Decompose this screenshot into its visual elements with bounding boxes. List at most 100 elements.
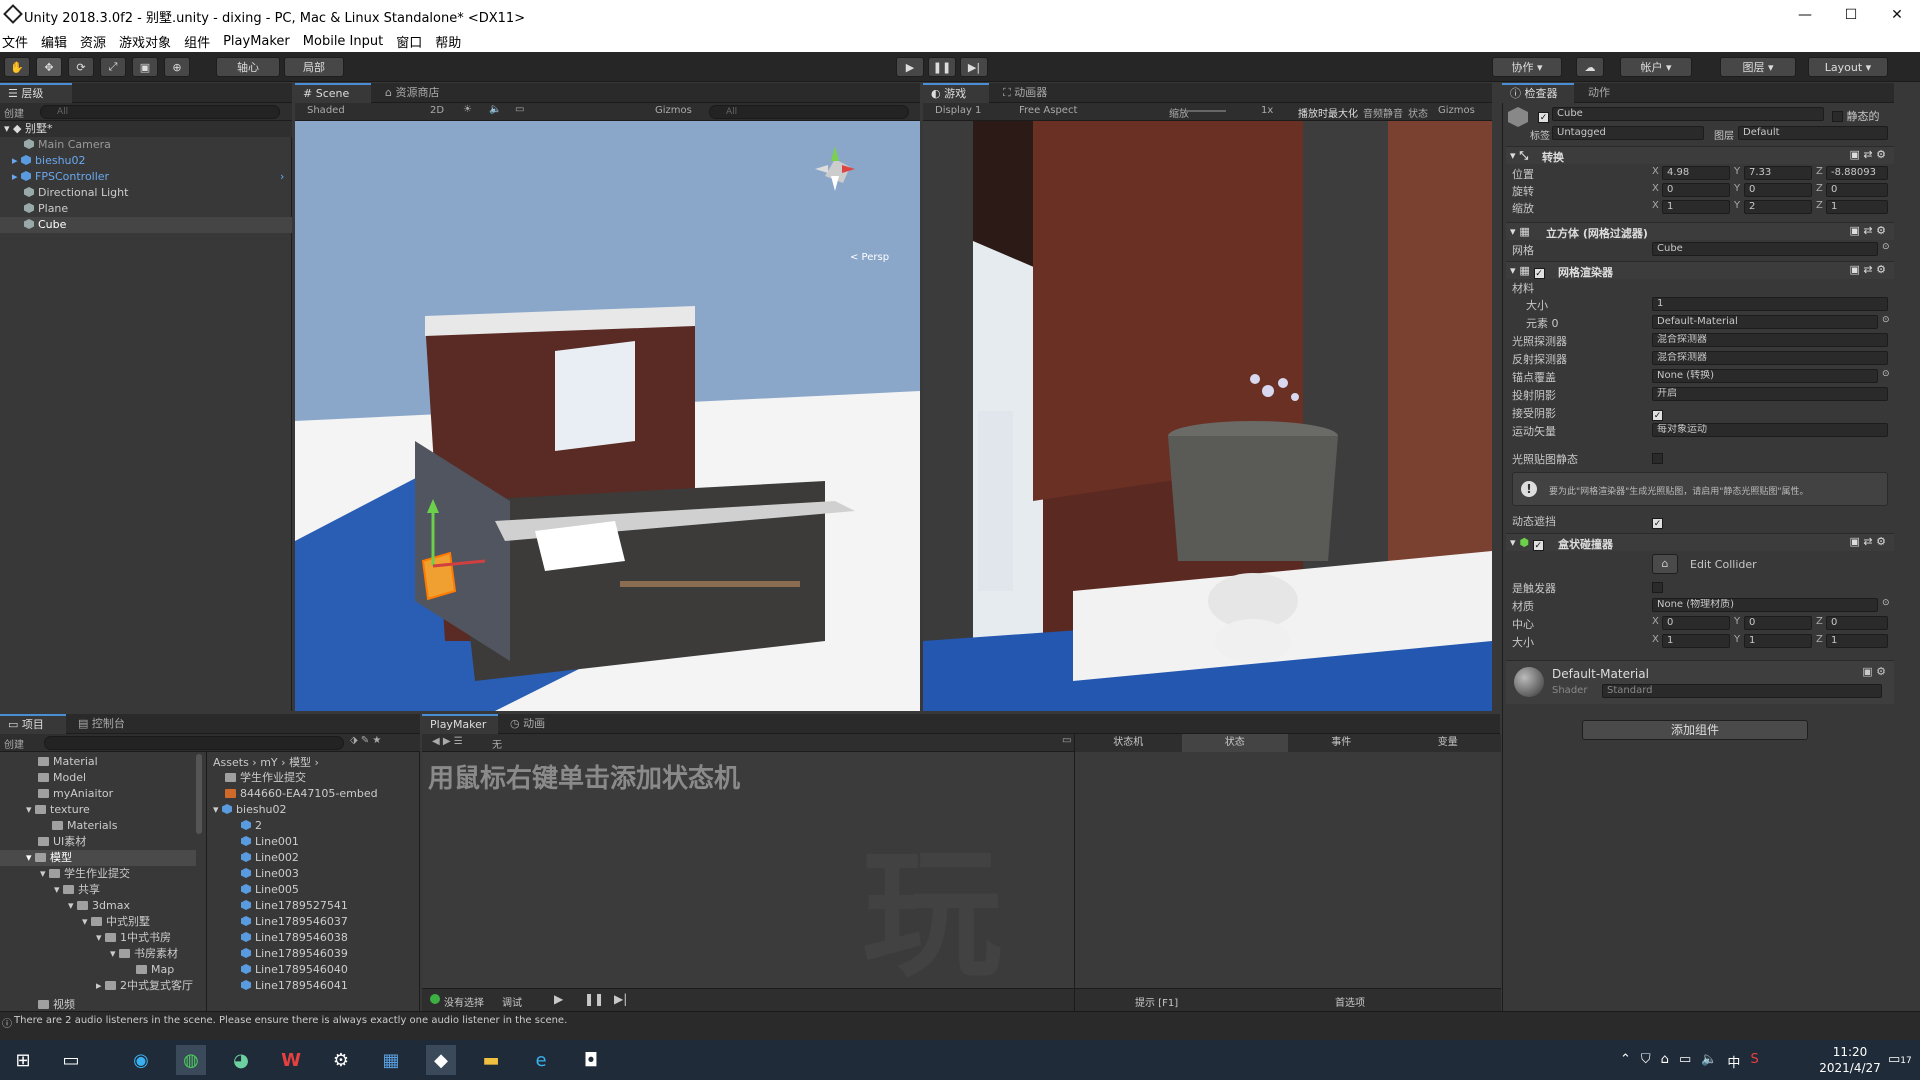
is-trigger-checkbox[interactable] (1652, 581, 1663, 594)
maximize-on-play-toggle[interactable]: 播放时最大化 (1298, 105, 1358, 120)
layers-dropdown[interactable]: 图层 ▾ (1720, 57, 1796, 77)
physic-material-field[interactable]: None (物理材质) (1652, 598, 1878, 612)
aspect-dropdown[interactable]: Free Aspect (1019, 105, 1077, 116)
folder-item-selected[interactable]: ▾ 模型 (0, 850, 196, 866)
light-toggle-icon[interactable]: ☀ (463, 104, 472, 115)
folder-item[interactable]: ▸ 2中式复式客厅 (0, 978, 193, 994)
edge-icon[interactable]: ◉ (126, 1045, 156, 1075)
ie-icon[interactable]: e (526, 1045, 556, 1075)
file-explorer-icon[interactable]: ▬ (476, 1045, 506, 1075)
scale-slider[interactable] (1186, 110, 1226, 112)
reflprobe-dropdown[interactable]: 混合探测器 (1652, 351, 1888, 365)
cast-shadows-dropdown[interactable]: 开启 (1652, 387, 1888, 401)
size-z-field[interactable]: 1 (1826, 634, 1888, 648)
windows-start-icon[interactable]: ⊞ (8, 1045, 38, 1075)
object-picker-icon[interactable]: ⊙ (1882, 315, 1890, 325)
account-dropdown[interactable]: 帐户 ▾ (1620, 57, 1692, 77)
rotation-x-field[interactable]: 0 (1662, 183, 1730, 197)
center-x-field[interactable]: 0 (1662, 616, 1730, 630)
tab-animation[interactable]: ◷ 动画 (502, 714, 562, 734)
maximize-button[interactable]: ☐ (1828, 0, 1874, 30)
sogou-icon[interactable]: S (1750, 1052, 1758, 1071)
position-y-field[interactable]: 7.33 (1744, 166, 1812, 180)
element0-field[interactable]: Default-Material (1652, 315, 1878, 329)
layer-dropdown[interactable]: Default (1738, 126, 1888, 140)
asset-item[interactable]: Line1789546038 (207, 930, 348, 946)
local-toggle[interactable]: 局部 (284, 57, 344, 77)
material-settings-icon[interactable]: ▣ ⚙ (1862, 665, 1886, 678)
network-icon[interactable]: ⌂ (1661, 1052, 1669, 1071)
settings-gear-icon[interactable]: ⚙ (326, 1045, 356, 1075)
folder-item[interactable]: ▾ 学生作业提交 (0, 866, 130, 882)
asset-item[interactable]: Line003 (207, 866, 299, 882)
fsm-step-icon[interactable]: ▶| (614, 992, 627, 1006)
motion-vectors-dropdown[interactable]: 每对象运动 (1652, 423, 1888, 437)
asset-item[interactable]: Line1789546040 (207, 962, 348, 978)
scene-gizmos-dropdown[interactable]: Gizmos (655, 105, 692, 116)
persp-label[interactable]: < Persp (850, 252, 889, 263)
boxcollider-header[interactable]: ▾ ⬢ ✓ 盒状碰撞器 ▣ ⇄ ⚙ (1506, 533, 1894, 551)
tab-animator[interactable]: ⛶ 动画器 (995, 83, 1071, 103)
tab-game[interactable]: ◐ 游戏 (923, 83, 989, 103)
breadcrumb-item[interactable]: 模型 (289, 756, 311, 769)
menu-help[interactable]: 帮助 (435, 32, 461, 51)
asset-item[interactable]: Line1789546037 (207, 914, 348, 930)
folder-item[interactable]: Materials (0, 818, 117, 834)
app-icon[interactable]: ◘ (576, 1045, 606, 1075)
object-name-field[interactable]: Cube (1552, 107, 1824, 121)
tab-hierarchy[interactable]: ☰ 层级 (0, 83, 72, 103)
close-button[interactable]: ✕ (1874, 0, 1920, 30)
preferences-button[interactable]: 首选项 (1335, 994, 1365, 1009)
meshrenderer-header[interactable]: ▾ ▦ ✓ 网格渲染器 ▣ ⇄ ⚙ (1506, 261, 1894, 279)
asset-item[interactable]: Line002 (207, 850, 299, 866)
tab-fsm[interactable]: 状态机 (1075, 734, 1182, 752)
folder-item[interactable]: myAniaitor (0, 786, 113, 802)
meshfilter-header[interactable]: ▾ ▦ 立方体 (网格过滤器) ▣ ⇄ ⚙ (1506, 222, 1894, 240)
material-section[interactable]: Default-Material Shader Standard ▣ ⚙ (1506, 660, 1894, 704)
scale-tool-icon[interactable]: ⤢ (100, 57, 126, 77)
edit-collider-button[interactable]: ⌂ (1652, 554, 1678, 574)
asset-item[interactable]: Line1789546039 (207, 946, 348, 962)
size-x-field[interactable]: 1 (1662, 634, 1730, 648)
menu-assets[interactable]: 资源 (80, 32, 106, 51)
folder-tree-scrollbar[interactable] (196, 754, 202, 834)
clock[interactable]: 11:20 2021/4/27 (1810, 1044, 1890, 1076)
monitor-icon[interactable]: ▭ (1679, 1052, 1691, 1071)
breadcrumb-item[interactable]: mY (260, 756, 277, 769)
object-picker-icon[interactable]: ⊙ (1882, 369, 1890, 379)
transform-tool-icon[interactable]: ⊕ (164, 57, 190, 77)
mode-2d-toggle[interactable]: 2D (430, 105, 444, 116)
asset-item[interactable]: Line1789546041 (207, 978, 348, 994)
play-button[interactable]: ▶ (896, 57, 924, 77)
hierarchy-item[interactable]: ▸ FPSController › (0, 169, 292, 185)
tab-console[interactable]: ▤ 控制台 (70, 714, 150, 734)
folder-item[interactable]: ▾ 共享 (0, 882, 100, 898)
hierarchy-item[interactable]: Directional Light (0, 185, 292, 201)
display-dropdown[interactable]: Display 1 (935, 105, 981, 116)
materials-foldout[interactable]: 材料 (1512, 280, 1534, 296)
folder-item[interactable]: ▾ 书房素材 (0, 946, 178, 962)
menu-gameobject[interactable]: 游戏对象 (119, 32, 171, 51)
audio-toggle-icon[interactable]: 🔈 (489, 104, 501, 115)
hierarchy-item[interactable]: Main Camera (0, 137, 292, 153)
static-checkbox[interactable]: 静态的 (1832, 108, 1880, 124)
tag-dropdown[interactable]: Untagged (1552, 126, 1704, 140)
asset-item[interactable]: Line001 (207, 834, 299, 850)
effects-toggle-icon[interactable]: ▭ (515, 104, 524, 115)
rotate-tool-icon[interactable]: ⟳ (68, 57, 94, 77)
move-tool-icon[interactable]: ✥ (36, 57, 62, 77)
hints-button[interactable]: 提示 [F1] (1135, 994, 1178, 1009)
transform-header[interactable]: ▾ ⤡ 转换 ▣ ⇄ ⚙ (1506, 146, 1894, 164)
unity-app-icon[interactable]: ◆ (426, 1045, 456, 1075)
shield-icon[interactable]: ⛉ (1641, 1052, 1651, 1071)
wps-icon[interactable]: W (276, 1045, 306, 1075)
center-z-field[interactable]: 0 (1826, 616, 1888, 630)
debug-dropdown[interactable]: 调试 (502, 994, 522, 1009)
folder-item[interactable]: ▾ 中式别墅 (0, 914, 150, 930)
asset-item[interactable]: Line005 (207, 882, 299, 898)
volume-icon[interactable]: 🔈 (1701, 1052, 1717, 1071)
size-y-field[interactable]: 1 (1744, 634, 1812, 648)
component-settings-icon[interactable]: ▣ ⇄ ⚙ (1850, 263, 1886, 276)
folder-item[interactable]: ▾ texture (0, 802, 90, 818)
component-settings-icon[interactable]: ▣ ⇄ ⚙ (1850, 148, 1886, 161)
